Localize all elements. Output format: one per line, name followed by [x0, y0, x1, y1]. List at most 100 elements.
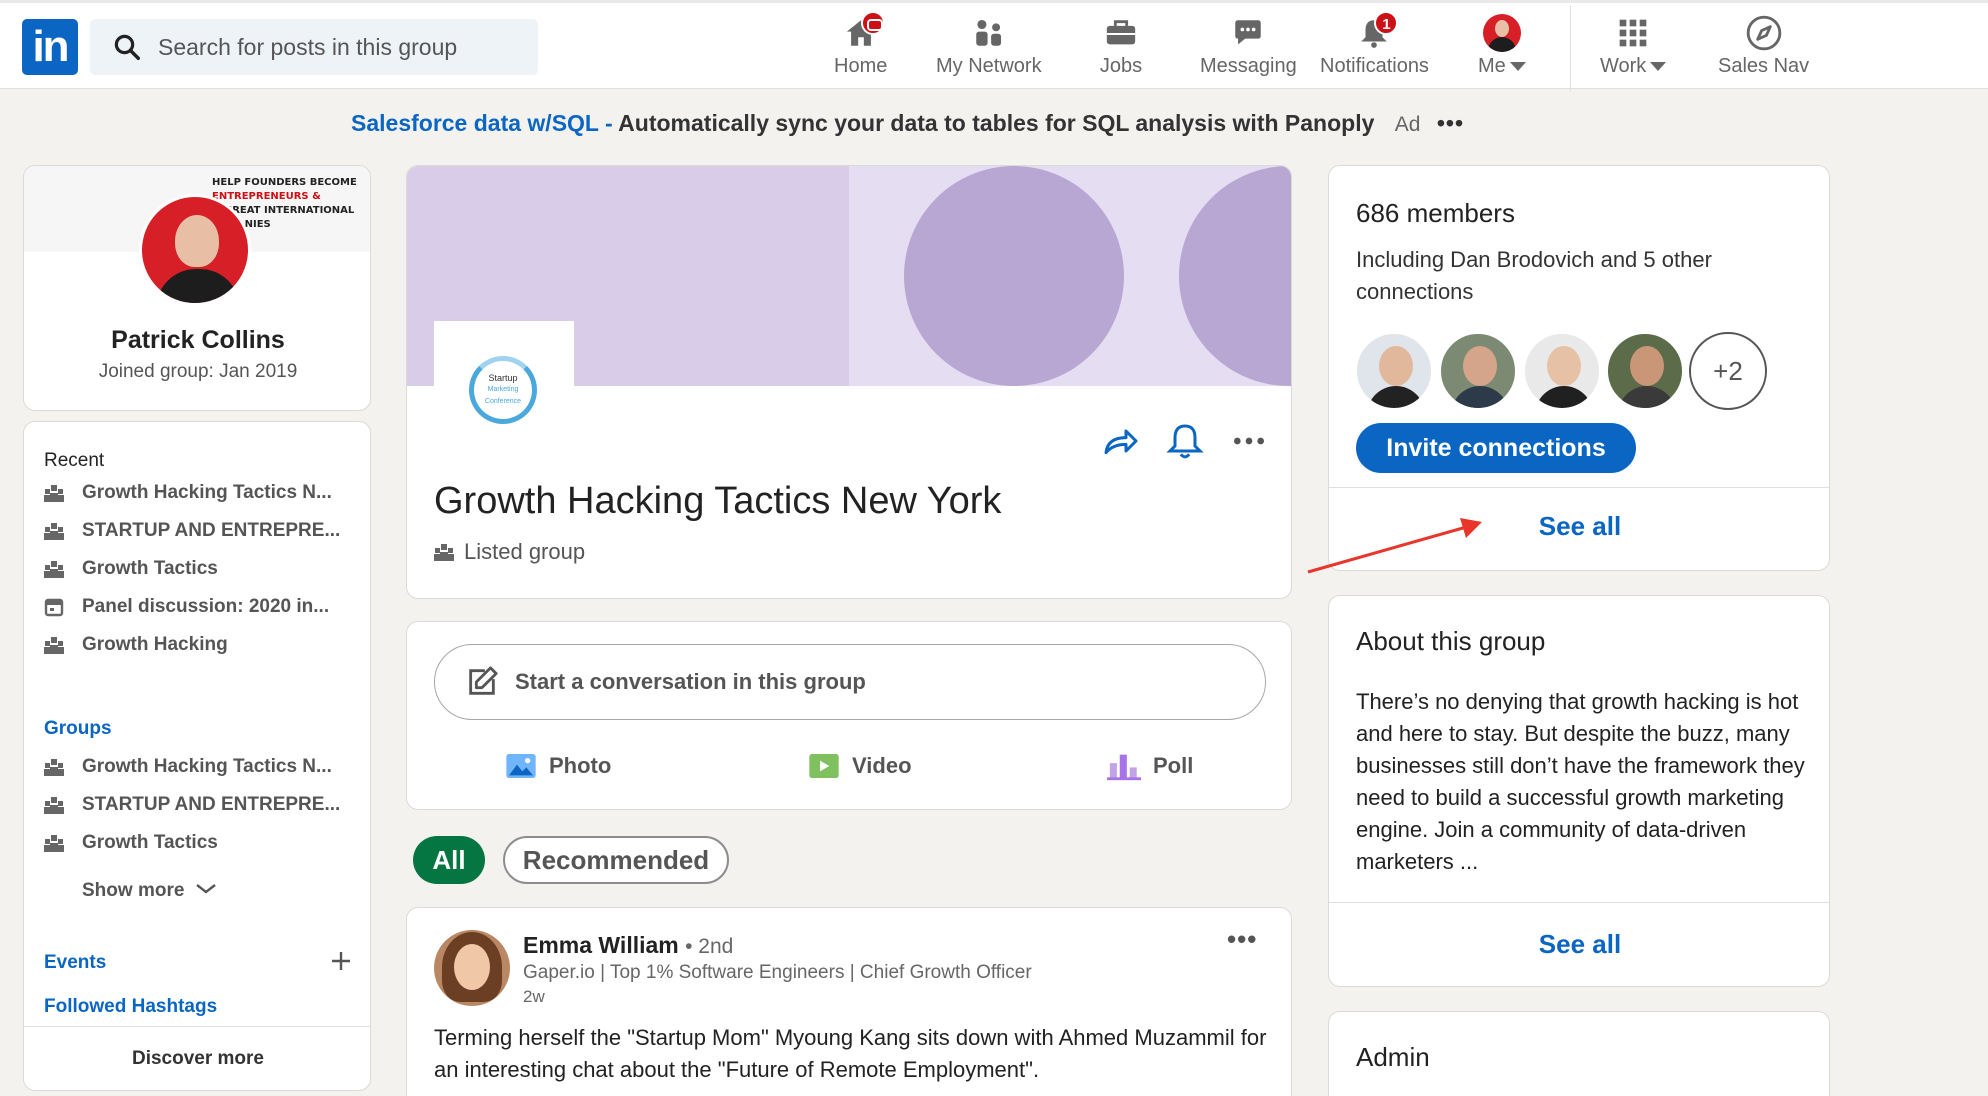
top-nav: in Home My Network Jobs Messaging [0, 0, 1988, 92]
ad-text[interactable]: Automatically sync your data to tables f… [618, 110, 1374, 136]
messaging-icon [1235, 20, 1262, 45]
nav-me[interactable]: Me [1478, 13, 1526, 83]
groups-heading[interactable]: Groups [44, 718, 112, 740]
invite-connections-button[interactable]: Invite connections [1356, 423, 1636, 473]
member-avatar[interactable] [1523, 332, 1601, 410]
search-icon [114, 34, 140, 60]
about-see-all-link[interactable]: See all [1329, 929, 1829, 960]
search-box[interactable] [90, 19, 538, 75]
chevron-down-icon [195, 884, 216, 894]
ad-label: Ad [1394, 113, 1421, 136]
group-logo-subtext: Marketing Conference [484, 386, 522, 405]
banner-line: ENTREPRENEURS & [212, 191, 321, 202]
post-author[interactable]: Emma William • 2nd [523, 932, 733, 959]
discover-more-button[interactable]: Discover more [24, 1026, 370, 1090]
group-icon [44, 485, 64, 502]
recent-item-label: Growth Hacking [82, 634, 228, 655]
group-item[interactable]: STARTUP AND ENTREPRE... [44, 790, 364, 820]
group-item[interactable]: Growth Tactics [44, 828, 364, 858]
nav-my-network-label: My Network [936, 55, 1042, 77]
start-conversation-button[interactable]: Start a conversation in this group [434, 644, 1266, 720]
ad-more-button[interactable]: ••• [1437, 110, 1464, 136]
nav-jobs-label: Jobs [1099, 55, 1143, 77]
profile-card: HELP FOUNDERS BECOME ENTREPRENEURS & O G… [23, 165, 371, 411]
member-avatar[interactable] [1439, 332, 1517, 410]
plus-icon[interactable] [330, 950, 352, 972]
linkedin-logo-icon[interactable]: in [22, 19, 78, 75]
nav-messaging[interactable]: Messaging [1200, 13, 1297, 83]
group-icon [44, 561, 64, 578]
nav-my-network[interactable]: My Network [936, 13, 1042, 83]
nav-notifications[interactable]: 1 Notifications [1320, 11, 1429, 83]
poll-button[interactable]: Poll [1107, 742, 1193, 790]
nav-sales-nav[interactable]: Sales Nav [1718, 13, 1809, 83]
nav-home-label: Home [834, 55, 888, 77]
compass-icon [1746, 15, 1781, 51]
recent-item[interactable]: Growth Hacking [44, 630, 364, 660]
more-options-icon[interactable] [1229, 421, 1269, 461]
nav-me-label-wrap: Me [1478, 55, 1526, 78]
group-item-label: STARTUP AND ENTREPRE... [82, 794, 341, 815]
nav-divider [1570, 6, 1571, 92]
divider [1329, 487, 1829, 488]
group-title: Growth Hacking Tactics New York [434, 480, 1002, 522]
show-more-button[interactable]: Show more [82, 880, 218, 902]
chevron-down-icon [1509, 62, 1526, 72]
share-icon[interactable] [1101, 421, 1141, 461]
video-button[interactable]: Video [808, 742, 912, 790]
recent-item[interactable]: Growth Tactics [44, 554, 364, 584]
group-icon [44, 835, 64, 852]
search-input[interactable] [158, 33, 528, 61]
group-icon [434, 544, 454, 561]
show-more-label: Show more [82, 880, 185, 901]
chevron-down-icon [1650, 62, 1667, 72]
post-author-degree: • 2nd [685, 935, 734, 958]
member-avatar[interactable] [1606, 332, 1684, 410]
profile-joined: Joined group: Jan 2019 [98, 361, 298, 382]
profile-name[interactable]: Patrick Collins [24, 326, 370, 355]
post-more-button[interactable]: ••• [1227, 924, 1257, 955]
nav-work-label-wrap: Work [1600, 55, 1667, 78]
ad-link[interactable]: Salesforce data w/SQL - [351, 110, 613, 136]
post-body: Terming herself the "Startup Mom" Myoung… [434, 1025, 1267, 1082]
members-connections: Including Dan Brodovich and 5 other conn… [1356, 247, 1712, 304]
recent-item[interactable]: Growth Hacking Tactics N... [44, 478, 364, 508]
about-title: About this group [1356, 626, 1546, 656]
group-icon [44, 759, 64, 776]
admin-title: Admin [1356, 1042, 1430, 1072]
group-item[interactable]: Growth Hacking Tactics N... [44, 752, 364, 782]
photo-button[interactable]: Photo [505, 742, 611, 790]
member-avatar[interactable] [1355, 332, 1433, 410]
filter-all[interactable]: All [413, 836, 485, 884]
recent-item[interactable]: STARTUP AND ENTREPRE... [44, 516, 364, 546]
more-members-count[interactable]: +2 [1689, 332, 1767, 410]
group-item-label: Growth Hacking Tactics N... [82, 756, 332, 777]
nav-jobs[interactable]: Jobs [1099, 13, 1143, 83]
bell-icon[interactable] [1165, 421, 1205, 461]
poll-label: Poll [1153, 753, 1194, 778]
events-link[interactable]: Events [44, 952, 106, 974]
followed-hashtags-link[interactable]: Followed Hashtags [44, 996, 217, 1018]
composer-card: Start a conversation in this group Photo… [406, 621, 1292, 810]
profile-avatar[interactable] [139, 194, 251, 306]
nav-work[interactable]: Work [1600, 13, 1667, 83]
notifications-badge: 1 [1374, 11, 1399, 35]
nav-home[interactable]: Home [834, 11, 888, 83]
video-label: Video [852, 753, 912, 778]
avatar [1482, 14, 1521, 52]
recent-heading: Recent [44, 450, 105, 471]
about-card: About this group There’s no denying that… [1328, 595, 1830, 987]
ad-banner[interactable]: Salesforce data w/SQL - Automatically sy… [351, 110, 1464, 137]
home-badge [860, 11, 885, 35]
group-type-label: Listed group [464, 539, 586, 564]
nav-notifications-label: Notifications [1320, 55, 1429, 77]
group-header-card: Startup Marketing Conference Growth Hacki… [406, 165, 1292, 599]
left-nav-card: Recent Growth Hacking Tactics N... START… [23, 421, 371, 1091]
group-icon [44, 637, 64, 654]
group-item-label: Growth Tactics [82, 832, 218, 853]
recent-item[interactable]: Panel discussion: 2020 in... [44, 592, 364, 622]
post-author-avatar[interactable] [434, 930, 510, 1006]
filter-recommended[interactable]: Recommended [503, 836, 729, 884]
post-author-headline: Gaper.io | Top 1% Software Engineers | C… [523, 962, 1032, 983]
nav-me-label: Me [1478, 55, 1506, 77]
